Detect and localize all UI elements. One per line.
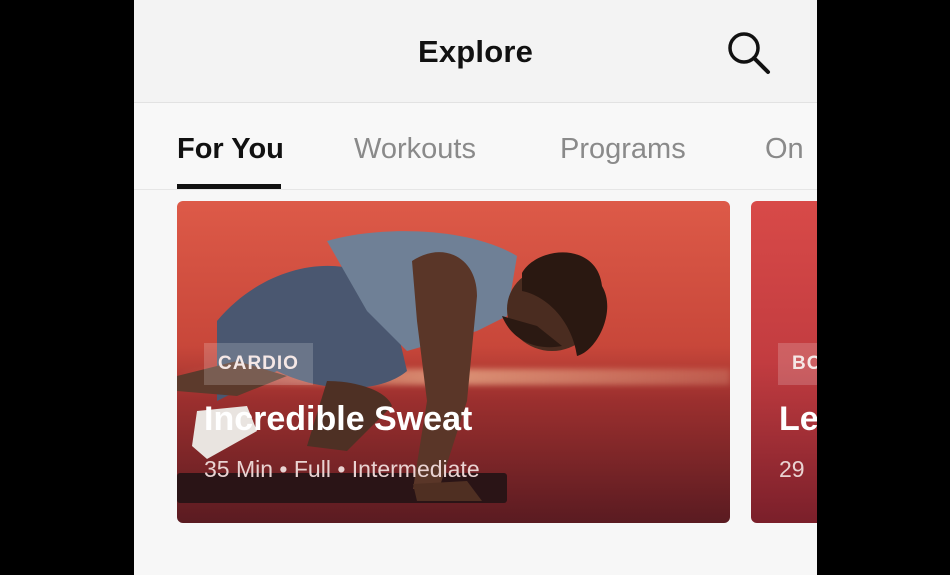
tab-bar: For You Workouts Programs On [134, 103, 817, 190]
tab-programs[interactable]: Programs [560, 133, 686, 166]
category-tag: BO [778, 343, 817, 385]
category-tag: CARDIO [204, 343, 313, 385]
workout-card-next[interactable]: BO Le 29 [751, 201, 817, 523]
page-title: Explore [417, 34, 534, 69]
workout-card[interactable]: CARDIO Incredible Sweat 35 Min • Full • … [177, 201, 730, 523]
tab-on-demand[interactable]: On [765, 133, 804, 166]
workout-title: Le [779, 400, 817, 438]
workout-title: Incredible Sweat [204, 400, 473, 438]
tab-workouts[interactable]: Workouts [354, 133, 476, 166]
workout-meta: 35 Min • Full • Intermediate [204, 456, 480, 482]
active-tab-indicator [177, 184, 281, 189]
search-button[interactable] [724, 28, 774, 78]
search-icon [728, 32, 770, 74]
workout-meta: 29 [779, 456, 805, 482]
app-screen: Explore For You Workouts Programs On CAR… [134, 0, 817, 575]
top-bar: Explore [134, 0, 817, 103]
tab-for-you[interactable]: For You [177, 133, 284, 166]
